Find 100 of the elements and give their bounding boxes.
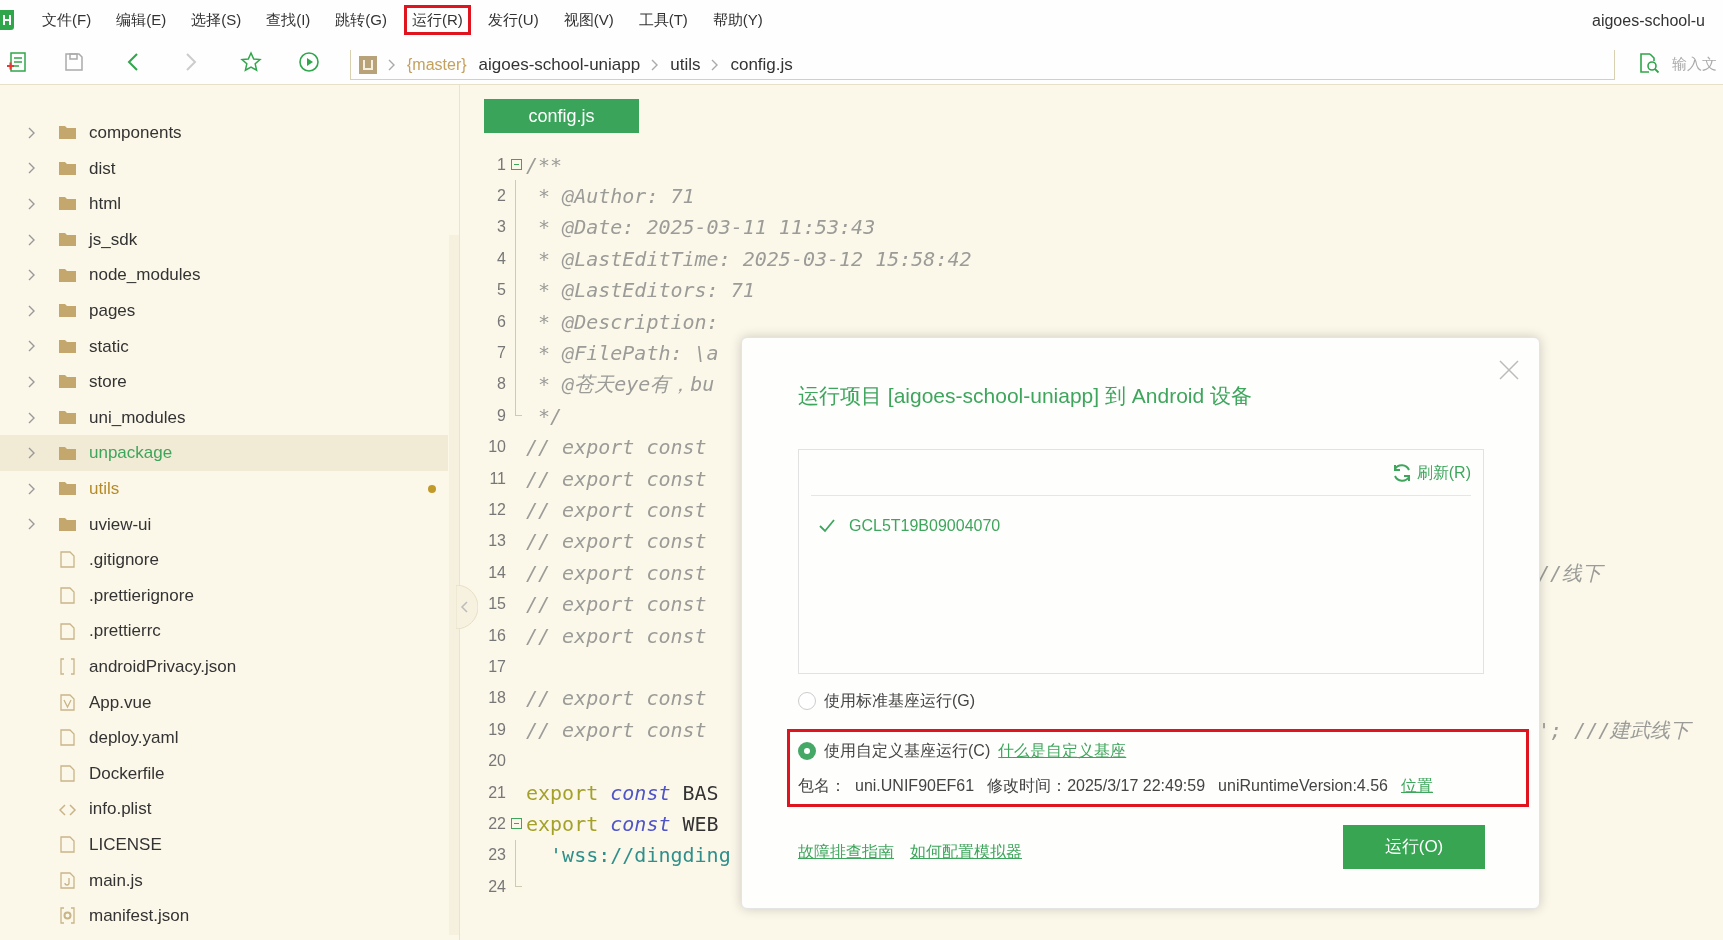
fold-icon[interactable] [510,818,522,830]
line-number: 16 [487,625,506,646]
expand-chevron-icon[interactable] [28,233,36,246]
radio-label[interactable]: 使用自定义基座运行(C) [824,739,991,763]
code-line: // export const [526,435,707,460]
search-field[interactable]: 输入文 [1672,51,1723,75]
expand-chevron-icon[interactable] [28,304,36,317]
line-number: 7 [496,343,506,364]
tree-item[interactable]: Dockerfile [0,755,448,792]
expand-chevron-icon[interactable] [28,375,36,388]
code-line: // export const [526,466,707,491]
menu-item[interactable]: 运行(R) [404,5,471,35]
breadcrumb-item[interactable]: aigoes-school-uniapp [478,51,641,78]
expand-chevron-icon[interactable] [28,162,36,175]
expand-chevron-icon[interactable] [28,340,36,353]
code-line: * @Date: 2025-03-11 11:53:43 [537,215,876,240]
dialog-title: 运行项目 [aigoes-school-uniapp] 到 Android 设备 [798,383,1253,409]
tree-item[interactable]: .prettierrc [0,613,448,649]
file-icon [58,586,77,605]
menu-item[interactable]: 文件(F) [34,5,100,35]
file-icon [58,550,77,570]
menu-item[interactable]: 工具(T) [630,5,696,35]
file-icon [58,621,77,641]
tree-item[interactable]: .gitignore [0,542,448,578]
expand-chevron-icon[interactable] [28,126,36,139]
tree-item[interactable]: uni_modules [0,399,448,436]
back-icon[interactable] [126,52,140,72]
save-icon[interactable] [64,52,84,72]
tree-item[interactable]: manifest.json [0,898,448,934]
forward-icon[interactable] [184,52,198,72]
line-number: 19 [487,719,506,740]
tree-item[interactable]: node_modules [0,257,448,293]
info-text: 包名： [798,776,846,796]
tree-item[interactable]: androidPrivacy.json [0,648,448,685]
line-number: 22 [487,813,506,834]
tree-item[interactable]: info.plist [0,791,448,827]
expand-chevron-icon[interactable] [28,198,36,210]
line-number: 24 [487,876,506,897]
menu-item[interactable]: 跳转(G) [327,5,395,35]
info-text: uniRuntimeVersion:4.56 [1218,776,1388,796]
tree-item[interactable]: deploy.yaml [0,720,448,756]
breadcrumb-item[interactable]: config.js [730,51,793,78]
new-file-icon[interactable] [6,51,28,73]
tree-item[interactable]: pages [0,292,448,329]
menu-item[interactable]: 查找(I) [258,5,319,35]
tree-item[interactable]: .prettierignore [0,577,448,614]
tree-item[interactable]: js_sdk [0,221,448,258]
tree-item[interactable]: App.vue [0,684,448,721]
code-line: // export const [526,717,707,742]
scrollbar[interactable] [449,235,459,935]
menu-item[interactable]: 视图(V) [555,5,622,35]
tree-item[interactable]: main.js [0,862,448,899]
file-icon [58,835,77,855]
code-line: // export const [526,592,707,617]
run-icon[interactable] [298,51,320,73]
tree-item[interactable]: components [0,115,448,151]
close-icon[interactable] [1499,360,1519,380]
menu-item[interactable]: 编辑(E) [108,5,175,35]
radio-button[interactable] [798,692,816,710]
line-number: 14 [487,562,506,583]
project-icon [359,55,377,74]
tree-item[interactable]: uview-ui [0,506,448,543]
radio-label[interactable]: 使用标准基座运行(G) [824,689,976,713]
line-number: 9 [496,405,506,426]
line-number: 23 [487,845,506,866]
line-number: 18 [487,688,506,709]
expand-chevron-icon[interactable] [28,482,36,495]
code-line: // export const [526,623,707,648]
expand-chevron-icon[interactable] [28,411,36,424]
window-title: aigoes-school-u [1592,11,1705,31]
tree-item[interactable]: html [0,186,448,222]
menu-item[interactable]: 发行(U) [479,5,547,35]
expand-chevron-icon[interactable] [28,269,36,282]
code-line: * @Description: [537,309,719,334]
tree-item[interactable]: store [0,364,448,400]
tree-item[interactable]: LICENSE [0,826,448,863]
code-line: /** [526,152,563,177]
menu-item[interactable]: 帮助(Y) [704,5,771,35]
gear-file-icon [58,906,77,926]
line-number: 20 [487,751,506,772]
line-number: 21 [487,782,506,803]
chevron-icon [388,58,396,71]
info-text: 修改时间：2025/3/17 22:49:59 [987,776,1206,796]
expand-chevron-icon[interactable] [28,447,36,460]
collapse-handle-icon[interactable] [456,585,478,629]
line-number: 10 [487,437,506,458]
radio-button[interactable] [798,742,816,760]
line-number: 17 [487,656,506,677]
fold-icon[interactable] [510,159,522,171]
tree-item[interactable]: dist [0,150,448,187]
line-number: 13 [487,531,506,552]
search-file-icon[interactable] [1638,52,1660,74]
code-line: * @LastEditTime: 2025-03-12 15:58:42 [537,246,972,271]
expand-chevron-icon[interactable] [28,518,36,531]
tree-item[interactable]: static [0,328,448,365]
star-icon[interactable] [240,51,262,73]
code-line: // export const [526,498,707,522]
line-number: 3 [496,217,506,238]
menu-item[interactable]: 选择(S) [183,5,250,35]
breadcrumb-item[interactable]: utils [670,51,701,78]
